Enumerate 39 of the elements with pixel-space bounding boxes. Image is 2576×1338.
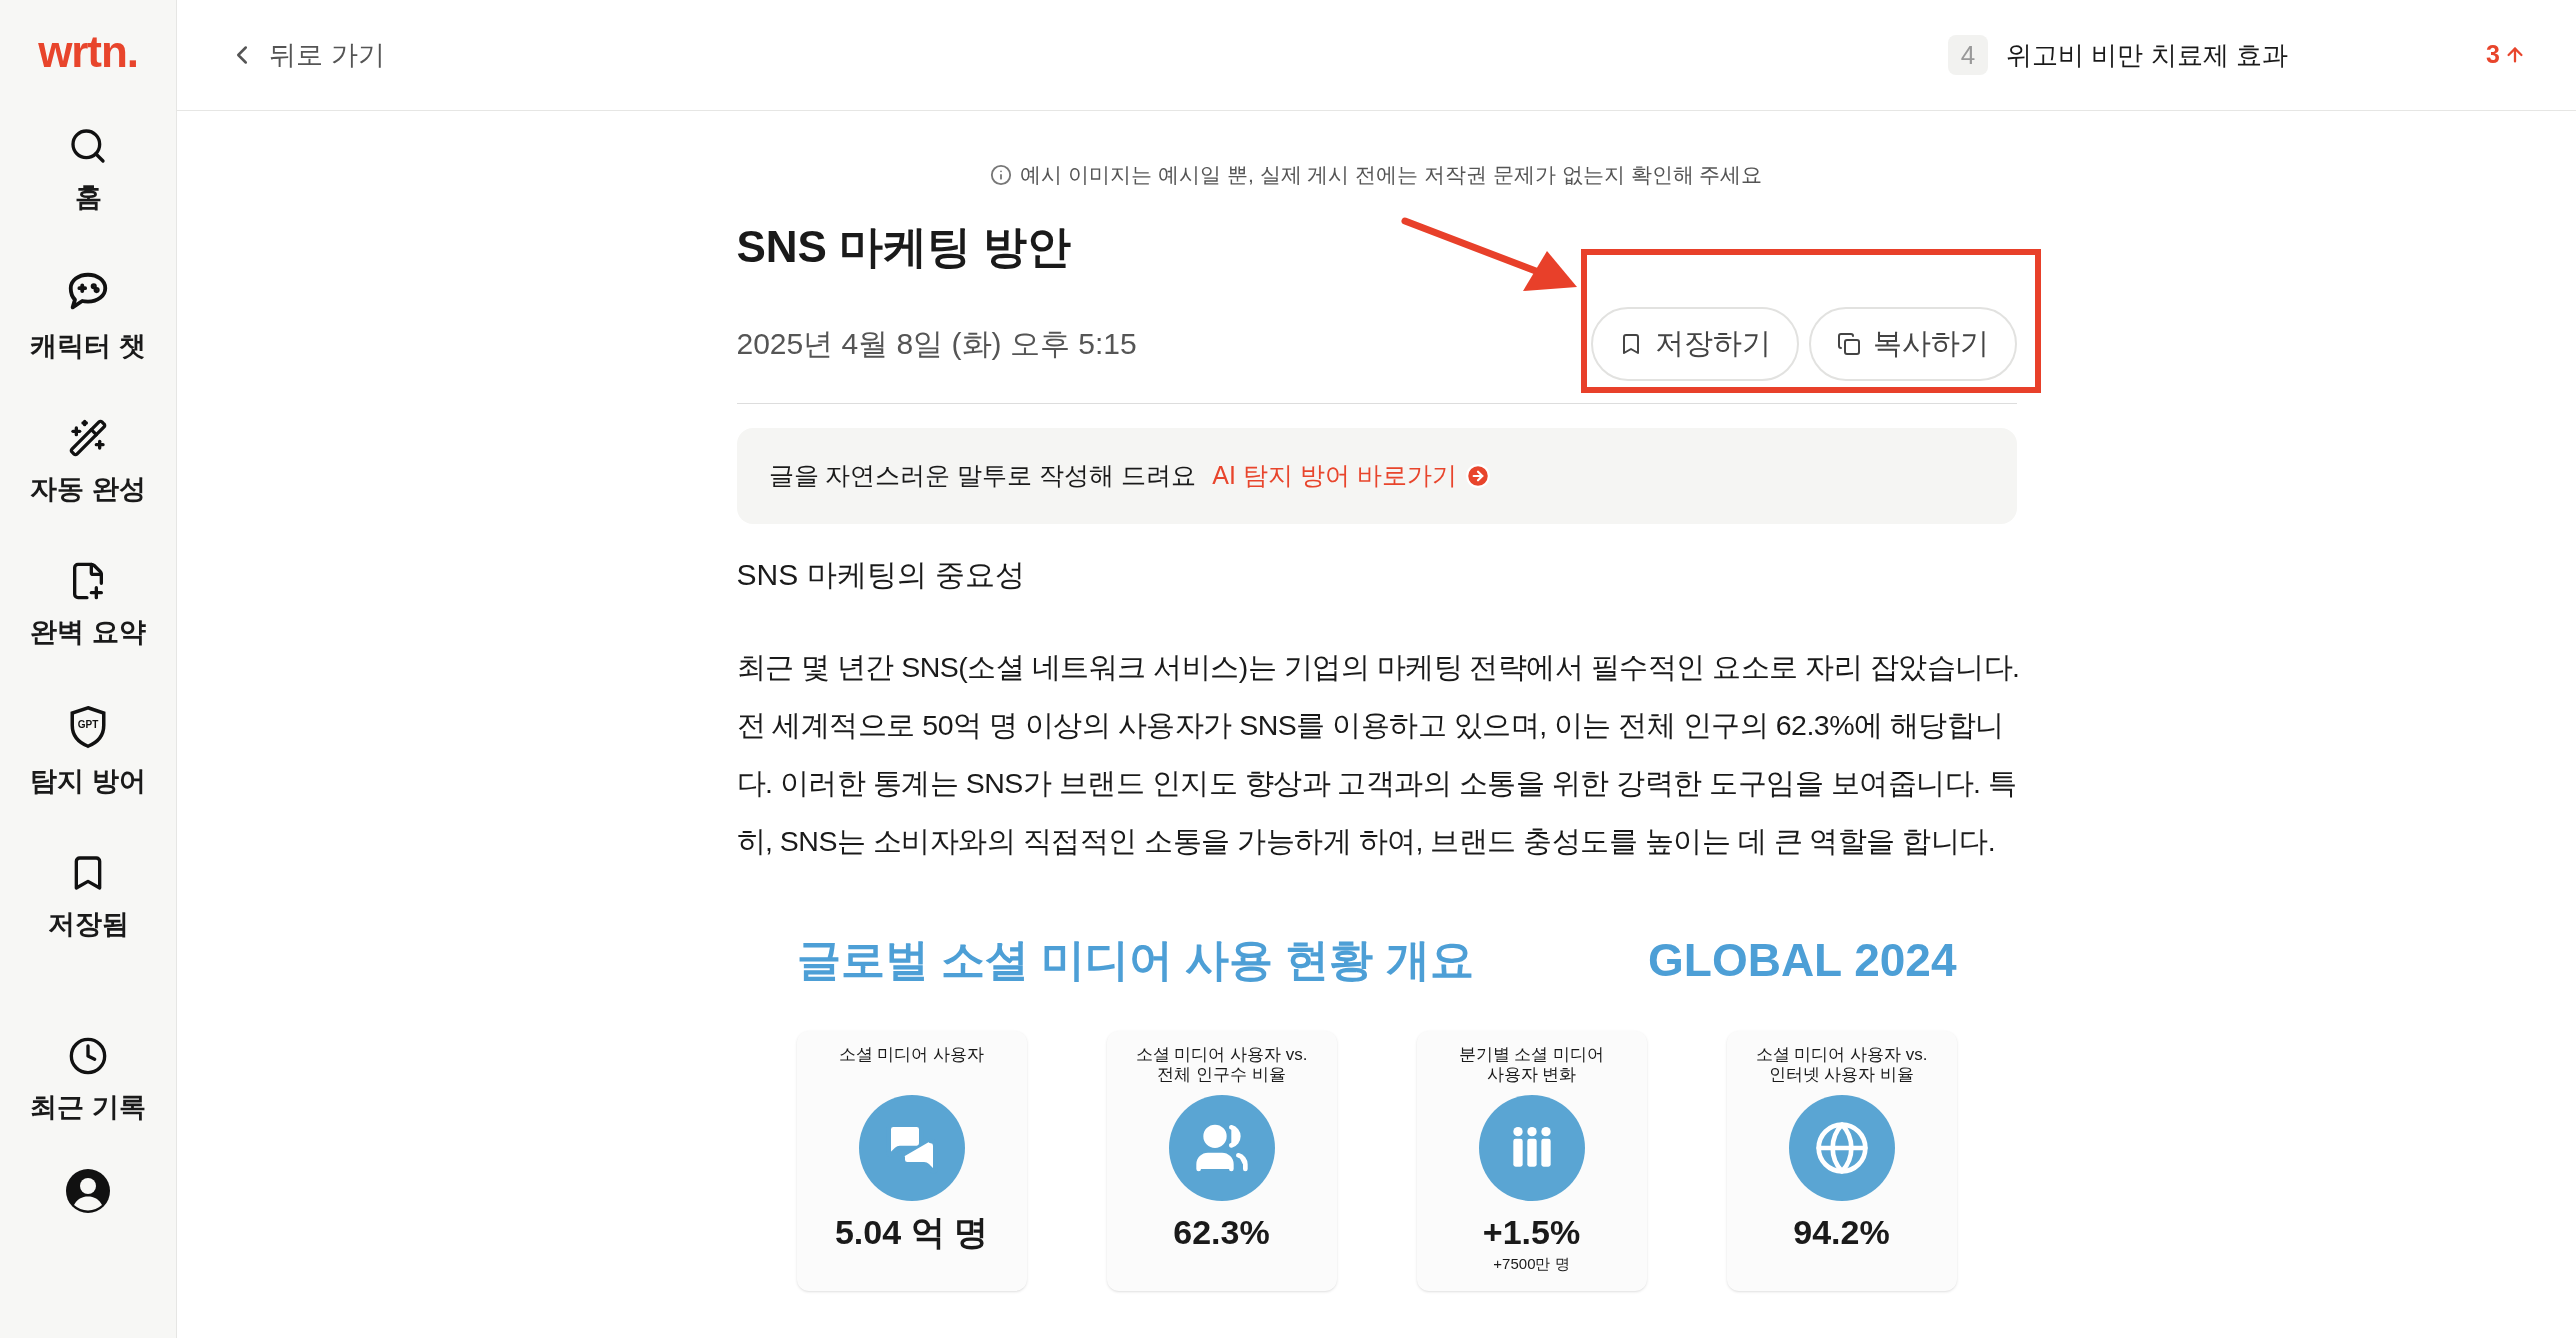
sidebar-item[interactable]: 홈	[13, 126, 163, 211]
clock-icon	[68, 1036, 108, 1076]
detection-link[interactable]: AI 탐지 방어 바로가기	[1212, 456, 1491, 495]
search-icon	[68, 126, 108, 166]
rank-change: 3	[2486, 36, 2526, 74]
stat-caption: 소셜 미디어 사용자 vs. 인터넷 사용자 비율	[1755, 1044, 1928, 1086]
sidebar-item[interactable]: 캐릭터 챗	[13, 269, 163, 360]
article-date: 2025년 4월 8일 (화) 오후 5:15	[736, 326, 1137, 362]
copy-icon	[1836, 331, 1861, 356]
sidebar-item[interactable]: 저장됨	[13, 853, 163, 938]
sidebar-item[interactable]: GPT 탐지 방어	[13, 704, 163, 795]
stat-note: +7500만 명	[1493, 1253, 1570, 1274]
infographic-title: 글로벌 소셜 미디어 사용 현황 개요	[796, 934, 1474, 986]
stat-value: 94.2%	[1793, 1214, 1890, 1249]
notice-text: 예시 이미지는 예시일 뿐, 실제 게시 전에는 저작권 문제가 없는지 확인해 주세요	[1020, 162, 1763, 188]
article-paragraph: 최근 몇 년간 SNS(소셜 네트워크 서비스)는 기업의 마케팅 전략에서 필수적인 요소로 자리 잡았습니다. 전 세계적으로 50억 명 이상의 사용자가 SNS를 이용하고 있으며, 이는 전체 인구의 62.3%에 해당합니다. 이러한 통계는 SNS가 브랜드 인지도 향상과 고객과의 소통을 위한 강력한 도구임을 보여줍니다. 특히, SNS는 소비자와의 직접적인 소통을 가능하게 하여, 브랜드 충성도를 높이는 데 큰 역할을 합니다.	[736, 649, 2021, 859]
stat-caption: 분기별 소셜 미디어 사용자 변화	[1458, 1044, 1605, 1086]
rank-badge: 4	[1948, 35, 1989, 75]
profile-icon[interactable]	[64, 1167, 112, 1215]
magic-wand-icon	[68, 418, 108, 458]
trending-title[interactable]: 위고비 비만 치료제 효과	[2006, 35, 2447, 75]
article-title: SNS 마케팅 방안	[736, 224, 1072, 269]
save-button[interactable]: 저장하기	[1590, 306, 1799, 381]
sidebar-item[interactable]: 최근 기록	[13, 1036, 163, 1121]
stat-caption: 소셜 미디어 사용자	[838, 1044, 985, 1066]
stat-value: 62.3%	[1173, 1214, 1270, 1249]
info-icon	[990, 163, 1013, 186]
stat-value: +1.5%	[1482, 1214, 1581, 1249]
section-heading: SNS 마케팅의 중요성	[736, 559, 1026, 590]
infographic-tag: GLOBAL 2024	[1648, 925, 1957, 995]
copy-button[interactable]: 복사하기	[1808, 306, 2017, 381]
sidebar-item[interactable]: 완벽 요약	[13, 561, 163, 646]
arrow-right-icon	[1464, 462, 1491, 489]
banner-text: 글을 자연스러운 말투로 작성해 드려요	[768, 459, 1197, 491]
logo[interactable]: wrtn.	[38, 30, 138, 74]
stat-value: 5.04 억 명	[834, 1214, 989, 1249]
stat-caption: 소셜 미디어 사용자 vs. 전체 인구수 비율	[1135, 1044, 1308, 1086]
back-button[interactable]: 뒤로 가기	[227, 34, 385, 76]
sidebar-item[interactable]: 자동 완성	[13, 418, 163, 503]
